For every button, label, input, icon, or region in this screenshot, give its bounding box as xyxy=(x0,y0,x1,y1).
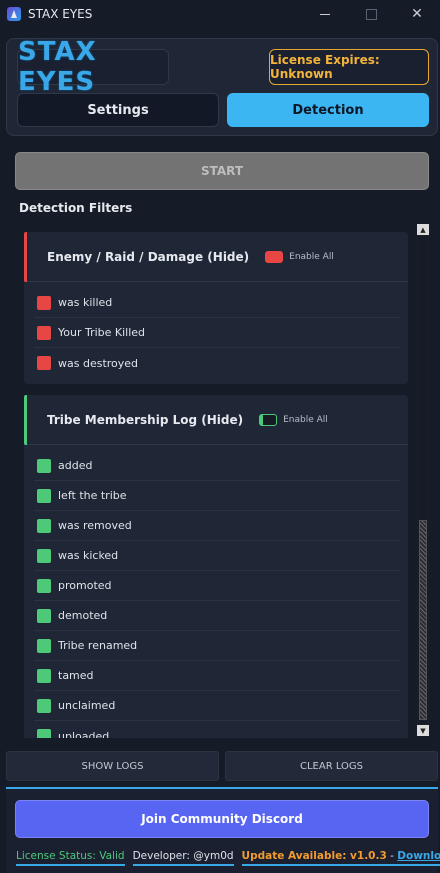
filter-checkbox[interactable] xyxy=(37,729,51,738)
update-notice: Update Available: v1.0.3 - Download xyxy=(241,850,440,866)
window-controls: ✕ xyxy=(302,0,440,28)
filter-group-title: Enemy / Raid / Damage (Hide) xyxy=(47,249,250,264)
enable-all-toggle[interactable]: Enable All xyxy=(265,250,334,263)
filter-item[interactable]: Tribe renamed xyxy=(34,631,400,661)
filter-item[interactable]: demoted xyxy=(34,601,400,631)
filter-checkbox[interactable] xyxy=(37,638,51,653)
app-icon xyxy=(7,7,21,21)
filter-checkbox[interactable] xyxy=(37,325,51,340)
filter-group-enemy: Enemy / Raid / Damage (Hide) Enable All … xyxy=(24,232,408,384)
enable-all-label: Enable All xyxy=(289,251,334,262)
filter-item[interactable]: was destroyed xyxy=(34,348,400,378)
filter-item-label: was removed xyxy=(58,519,132,532)
filter-group-header: Enemy / Raid / Damage (Hide) Enable All xyxy=(24,232,408,282)
scrollbar-thumb[interactable] xyxy=(419,520,427,720)
header-card: STAX EYES License Expires: Unknown Setti… xyxy=(6,37,438,136)
enable-all-switch[interactable] xyxy=(265,250,284,263)
filter-checkbox[interactable] xyxy=(37,356,51,370)
filter-item[interactable]: was removed xyxy=(34,511,400,541)
filter-item-label: was killed xyxy=(58,296,113,309)
app-logo: STAX EYES xyxy=(17,37,169,97)
detection-filters-list[interactable]: Enemy / Raid / Damage (Hide) Enable All … xyxy=(16,222,430,738)
tab-detection[interactable]: Detection xyxy=(227,93,429,127)
filter-checkbox[interactable] xyxy=(37,295,51,310)
status-bar: License Status: Valid Developer: @ym0d U… xyxy=(16,848,440,868)
update-available-text: Update Available: v1.0.3 xyxy=(241,850,387,862)
tab-settings[interactable]: Settings xyxy=(17,93,219,127)
filter-item-label: was destroyed xyxy=(58,356,139,370)
group-accent-bar xyxy=(24,232,27,282)
filters-scrollbar[interactable]: ▲ ▼ xyxy=(417,224,429,736)
download-link[interactable]: Download xyxy=(397,850,440,862)
filter-item[interactable]: added xyxy=(34,451,400,481)
filter-item[interactable]: was kicked xyxy=(34,541,400,571)
filter-item-label: demoted xyxy=(58,609,108,622)
filter-checkbox[interactable] xyxy=(37,698,51,713)
filter-checkbox[interactable] xyxy=(37,608,51,623)
filter-checkbox[interactable] xyxy=(37,488,51,503)
scroll-down-arrow-icon[interactable]: ▼ xyxy=(417,725,429,736)
window-title: STAX EYES xyxy=(28,7,93,21)
filter-item[interactable]: Your Tribe Killed xyxy=(34,318,400,348)
filter-group-tribe-membership: Tribe Membership Log (Hide) Enable All a… xyxy=(24,395,408,738)
footer: Join Community Discord License Status: V… xyxy=(6,787,440,873)
filter-item-label: Your Tribe Killed xyxy=(58,326,146,339)
title-bar: STAX EYES ✕ xyxy=(0,0,440,28)
filter-item-label: tamed xyxy=(58,669,94,682)
minimize-button[interactable] xyxy=(302,0,348,28)
filter-item-label: uploaded xyxy=(58,729,110,739)
group-accent-bar xyxy=(24,395,27,445)
filter-group-header: Tribe Membership Log (Hide) Enable All xyxy=(24,395,408,445)
filter-item[interactable]: was killed xyxy=(34,288,400,318)
filter-item[interactable]: tamed xyxy=(34,661,400,691)
license-status: License Status: Valid xyxy=(16,850,125,866)
clear-logs-button[interactable]: CLEAR LOGS xyxy=(225,751,438,781)
filter-item[interactable]: promoted xyxy=(34,571,400,601)
filter-group-title: Tribe Membership Log (Hide) xyxy=(47,412,244,427)
filter-checkbox[interactable] xyxy=(37,458,51,473)
filter-item-label: Tribe renamed xyxy=(58,639,138,652)
developer-credit: Developer: @ym0d xyxy=(132,850,234,866)
filter-item-label: left the tribe xyxy=(58,489,127,502)
close-button[interactable]: ✕ xyxy=(394,0,440,28)
filter-item-label: added xyxy=(58,459,93,472)
enable-all-toggle[interactable]: Enable All xyxy=(259,413,328,426)
filter-item[interactable]: left the tribe xyxy=(34,481,400,511)
filter-item[interactable]: uploaded xyxy=(34,721,400,738)
filter-checkbox[interactable] xyxy=(37,518,51,533)
filter-checkbox[interactable] xyxy=(37,668,51,683)
enable-all-switch[interactable] xyxy=(259,413,278,426)
join-discord-button[interactable]: Join Community Discord xyxy=(15,800,429,838)
update-separator: - xyxy=(386,850,398,862)
start-button[interactable]: START xyxy=(15,152,429,190)
show-logs-button[interactable]: SHOW LOGS xyxy=(6,751,219,781)
license-expiry-badge: License Expires: Unknown xyxy=(269,49,429,85)
filter-checkbox[interactable] xyxy=(37,578,51,593)
filter-item-label: promoted xyxy=(58,579,112,592)
enable-all-label: Enable All xyxy=(283,414,328,425)
detection-filters-title: Detection Filters xyxy=(19,201,133,215)
filter-item-label: unclaimed xyxy=(58,699,116,712)
maximize-button[interactable] xyxy=(348,0,394,28)
filter-checkbox[interactable] xyxy=(37,548,51,563)
scroll-up-arrow-icon[interactable]: ▲ xyxy=(417,224,429,235)
filter-item-label: was kicked xyxy=(58,549,119,562)
filter-item[interactable]: unclaimed xyxy=(34,691,400,721)
